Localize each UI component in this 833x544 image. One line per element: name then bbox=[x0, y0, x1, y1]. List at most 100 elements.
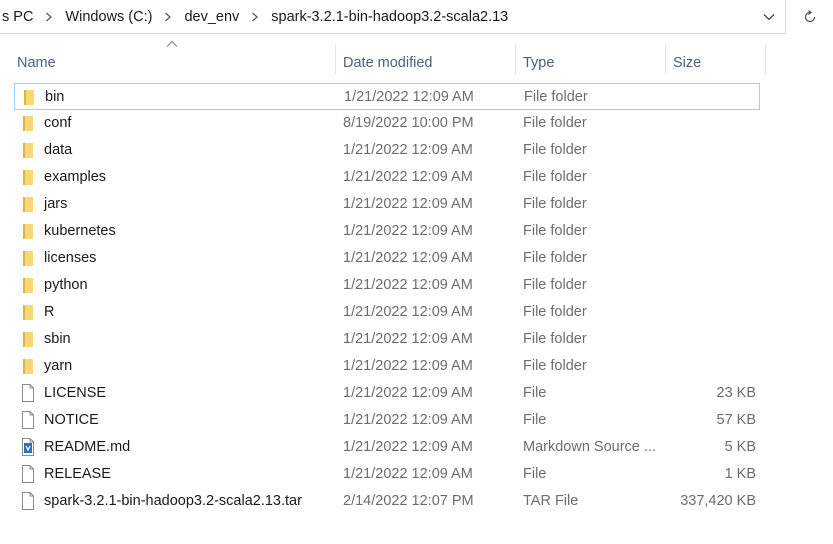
column-header-row: Name Date modified Type Size bbox=[0, 34, 833, 82]
address-history-button[interactable] bbox=[752, 0, 786, 33]
chevron-right-icon[interactable] bbox=[38, 7, 60, 27]
folder-icon bbox=[19, 168, 37, 186]
column-header-name[interactable]: Name bbox=[17, 44, 335, 82]
folder-icon bbox=[19, 276, 37, 294]
breadcrumb-dev-env[interactable]: dev_env bbox=[182, 9, 241, 25]
file-type: Markdown Source ... bbox=[523, 439, 656, 455]
refresh-button[interactable] bbox=[787, 0, 833, 34]
file-row[interactable]: jars 1/21/2022 12:09 AM File folder bbox=[14, 191, 760, 218]
file-row[interactable]: examples 1/21/2022 12:09 AM File folder bbox=[14, 164, 760, 191]
file-date-modified: 1/21/2022 12:09 AM bbox=[343, 223, 473, 239]
file-date-modified: 1/21/2022 12:09 AM bbox=[343, 196, 473, 212]
file-type: File folder bbox=[524, 89, 588, 105]
file-row[interactable]: yarn 1/21/2022 12:09 AM File folder bbox=[14, 353, 760, 380]
file-row[interactable]: data 1/21/2022 12:09 AM File folder bbox=[14, 137, 760, 164]
file-row[interactable]: README.md 1/21/2022 12:09 AM Markdown Sour… bbox=[14, 434, 760, 461]
file-date-modified: 1/21/2022 12:09 AM bbox=[343, 412, 473, 428]
file-name: R bbox=[44, 304, 55, 320]
file-name: yarn bbox=[44, 358, 73, 374]
column-header-date[interactable]: Date modified bbox=[343, 44, 515, 82]
column-divider[interactable] bbox=[765, 44, 766, 74]
file-date-modified: 1/21/2022 12:09 AM bbox=[343, 304, 473, 320]
file-row[interactable]: NOTICE 1/21/2022 12:09 AM File 57 KB bbox=[14, 407, 760, 434]
column-header-type[interactable]: Type bbox=[523, 44, 665, 82]
file-size: 337,420 KB bbox=[680, 493, 756, 509]
file-size: 1 KB bbox=[724, 466, 756, 482]
chevron-right-icon[interactable] bbox=[157, 7, 179, 27]
file-row[interactable]: R 1/21/2022 12:09 AM File folder bbox=[14, 299, 760, 326]
file-name: licenses bbox=[44, 250, 97, 266]
file-date-modified: 1/21/2022 12:09 AM bbox=[343, 277, 473, 293]
file-type: File bbox=[523, 385, 547, 401]
file-name: LICENSE bbox=[44, 385, 107, 401]
file-size: 23 KB bbox=[716, 385, 757, 401]
file-date-modified: 1/21/2022 12:09 AM bbox=[343, 466, 473, 482]
file-icon bbox=[19, 492, 37, 510]
file-name: jars bbox=[44, 196, 68, 212]
column-divider[interactable] bbox=[515, 44, 516, 74]
file-date-modified: 8/19/2022 10:00 PM bbox=[343, 115, 474, 131]
folder-icon bbox=[19, 195, 37, 213]
markdown-file-icon bbox=[19, 438, 37, 456]
file-name: bin bbox=[45, 89, 65, 105]
file-type: File folder bbox=[523, 250, 587, 266]
breadcrumb: s PC Windows (C:) dev_env spark-3.2.1-bi… bbox=[0, 0, 510, 33]
file-type: File bbox=[523, 412, 547, 428]
file-row[interactable]: licenses 1/21/2022 12:09 AM File folder bbox=[14, 245, 760, 272]
breadcrumb-this-pc[interactable]: s PC bbox=[0, 9, 35, 25]
file-type: TAR File bbox=[523, 493, 579, 509]
chevron-down-icon bbox=[763, 13, 775, 20]
file-type: File folder bbox=[523, 142, 587, 158]
file-date-modified: 1/21/2022 12:09 AM bbox=[343, 142, 473, 158]
file-name: kubernetes bbox=[44, 223, 116, 239]
file-type: File folder bbox=[523, 277, 587, 293]
file-date-modified: 1/21/2022 12:09 AM bbox=[343, 250, 473, 266]
folder-icon bbox=[19, 222, 37, 240]
file-row[interactable]: RELEASE 1/21/2022 12:09 AM File 1 KB bbox=[14, 461, 760, 488]
address-bar[interactable]: s PC Windows (C:) dev_env spark-3.2.1-bi… bbox=[0, 0, 786, 34]
file-row[interactable]: sbin 1/21/2022 12:09 AM File folder bbox=[14, 326, 760, 353]
breadcrumb-current-folder[interactable]: spark-3.2.1-bin-hadoop3.2-scala2.13 bbox=[269, 9, 510, 25]
file-date-modified: 1/21/2022 12:09 AM bbox=[344, 89, 474, 105]
file-date-modified: 1/21/2022 12:09 AM bbox=[343, 385, 473, 401]
file-date-modified: 1/21/2022 12:09 AM bbox=[343, 331, 473, 347]
file-type: File folder bbox=[523, 196, 587, 212]
file-name: data bbox=[44, 142, 73, 158]
file-row[interactable]: bin 1/21/2022 12:09 AM File folder bbox=[14, 83, 760, 110]
file-name: conf bbox=[44, 115, 72, 131]
file-type: File folder bbox=[523, 358, 587, 374]
file-row[interactable]: conf 8/19/2022 10:00 PM File folder bbox=[14, 110, 760, 137]
file-name: RELEASE bbox=[44, 466, 111, 482]
column-divider[interactable] bbox=[335, 44, 336, 74]
file-name: python bbox=[44, 277, 88, 293]
file-type: File folder bbox=[523, 115, 587, 131]
file-type: File folder bbox=[523, 331, 587, 347]
file-explorer-window: s PC Windows (C:) dev_env spark-3.2.1-bi… bbox=[0, 0, 833, 544]
file-row[interactable]: LICENSE 1/21/2022 12:09 AM File 23 KB bbox=[14, 380, 760, 407]
file-date-modified: 1/21/2022 12:09 AM bbox=[343, 439, 473, 455]
file-icon bbox=[19, 411, 37, 429]
refresh-icon bbox=[804, 9, 816, 23]
folder-icon bbox=[19, 141, 37, 159]
column-divider[interactable] bbox=[665, 44, 666, 74]
chevron-right-icon[interactable] bbox=[244, 7, 266, 27]
column-header-size[interactable]: Size bbox=[673, 44, 765, 82]
file-icon bbox=[19, 384, 37, 402]
file-name: sbin bbox=[44, 331, 71, 347]
folder-icon bbox=[19, 114, 37, 132]
file-type: File bbox=[523, 466, 547, 482]
file-date-modified: 2/14/2022 12:07 PM bbox=[343, 493, 474, 509]
file-row[interactable]: python 1/21/2022 12:09 AM File folder bbox=[14, 272, 760, 299]
file-size: 57 KB bbox=[716, 412, 757, 428]
folder-icon bbox=[19, 357, 37, 375]
file-row[interactable]: spark-3.2.1-bin-hadoop3.2-scala2.13.tar 2… bbox=[14, 488, 760, 515]
file-type: File folder bbox=[523, 169, 587, 185]
file-row[interactable]: kubernetes 1/21/2022 12:09 AM File folder bbox=[14, 218, 760, 245]
breadcrumb-drive[interactable]: Windows (C:) bbox=[63, 9, 154, 25]
file-date-modified: 1/21/2022 12:09 AM bbox=[343, 358, 473, 374]
file-type: File folder bbox=[523, 223, 587, 239]
file-name: examples bbox=[44, 169, 107, 185]
file-name: NOTICE bbox=[44, 412, 99, 428]
file-name: spark-3.2.1-bin-hadoop3.2-scala2.13.tar bbox=[44, 493, 302, 509]
folder-icon bbox=[20, 88, 38, 106]
